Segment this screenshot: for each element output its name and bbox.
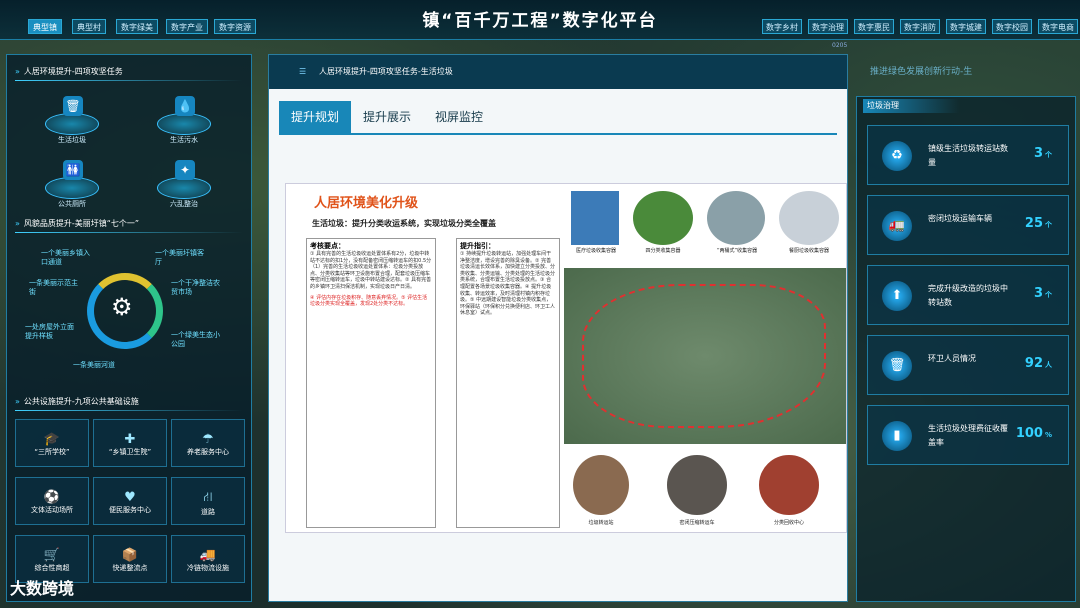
facility-express[interactable]: 📦 快递整流点 [93,535,167,583]
toilet-icon: 🚻 [45,160,99,199]
town-map[interactable] [564,268,846,444]
tab-digital-construction[interactable]: 数字城建 [946,19,986,34]
tab-underline [279,133,837,135]
cross-arrows-icon: ✦ [157,160,211,199]
photo-medical-bin [570,190,620,246]
section-title-style: 风貌品质提升-美丽圩镇“七个一” [15,217,139,231]
tab-video[interactable]: 视屏监控 [423,101,495,133]
doc-subtitle: 生活垃圾：提升分类收运系统，实现垃圾分类全覆盖 [312,219,496,228]
tile-toilet[interactable]: 🚻 公共厕所 [35,160,109,209]
photo-compression-truck [666,454,728,516]
tab-typical-village[interactable]: 典型村 [72,19,106,34]
tab-digital-welfare[interactable]: 数字惠民 [854,19,894,34]
facility-sports[interactable]: ⚽ 文体活动场所 [15,477,89,525]
ring-label[interactable]: 一个干净整洁农贸市场 [171,279,225,297]
left-panel: 人居环境提升-四项攻坚任务 🗑生活垃圾 💧生活污水 🚻公共厕所 ✦六乱整治 风貌… [6,54,252,602]
bar-chart-icon: ▮ [882,421,912,451]
tab-plan[interactable]: 提升规划 [279,101,352,133]
heart-hand-icon: ♥ [124,490,136,505]
photo-two-bins [706,190,766,246]
tab-digital-resource[interactable]: 数字资源 [214,19,256,34]
facility-service[interactable]: ♥ 便民服务中心 [93,477,167,525]
facility-schools[interactable]: 🎓 “三所学校” [15,419,89,467]
plan-document: 人居环境美化升级 生活垃圾：提升分类收运系统，实现垃圾分类全覆盖 考核要点： ①… [285,183,847,533]
assessment-box: 考核要点： ① 具有完善的生活垃圾收运处置体系有2分，垃圾中转站不达标的扣1分，… [306,238,436,528]
stat-card-fee-coverage[interactable]: ▮ 生活垃圾处理费征收覆盖率 100% [867,405,1069,465]
section-divider [15,232,243,233]
stat-card-trucks[interactable]: 🚛 密闭垃圾运输车辆 25 个 [867,195,1069,255]
photo-four-bins [632,190,694,246]
section-divider [15,80,243,81]
tab-digital-fire[interactable]: 数字消防 [900,19,940,34]
hospital-icon: ✚ [124,432,136,447]
photo-recycle-center [758,454,820,516]
graduation-cap-icon: 🎓 [43,432,61,447]
modal-tabs: 提升规划 提升展示 视屏监控 [279,101,495,133]
facility-cold-chain[interactable]: 🚚 冷链物流设施 [171,535,245,583]
modal-header: ☰ 人居环境提升-四项攻坚任务-生活垃圾 [269,55,847,89]
tab-digital-ecommerce[interactable]: 数字电商 [1038,19,1078,34]
photo-transfer-station [572,454,630,516]
tab-digital-campus[interactable]: 数字校园 [992,19,1032,34]
right-panel: 垃圾治理 ♻ 镇级生活垃圾转运站数量 3 个 🚛 密闭垃圾运输车辆 25 个 ⬆ 完成升级改造… [856,96,1076,602]
tab-digital-green[interactable]: 数字绿美 [116,19,158,34]
ring-label[interactable]: 一个美丽圩镇客厅 [155,249,209,267]
trash-icon: 🗑 [882,351,912,381]
facility-health[interactable]: ✚ “乡镇卫生院” [93,419,167,467]
ring-label[interactable]: 一条美丽示范主街 [29,279,83,297]
seven-items-ring[interactable] [87,273,163,349]
tab-showcase[interactable]: 提升展示 [351,101,423,133]
stat-card-transfer-stations[interactable]: ♻ 镇级生活垃圾转运站数量 3 个 [867,125,1069,185]
facility-road[interactable]: ⛙ 道路 [171,477,245,525]
road-icon: ⛙ [203,490,213,505]
cart-icon: 🛒 [43,548,61,563]
garbage-governance-title: 垃圾治理 [863,99,959,113]
ring-label[interactable]: 一条美丽河道 [73,361,127,370]
section-divider [15,410,243,411]
background-title: 推进绿色发展创新行动-生 [870,67,973,77]
facility-elderly[interactable]: ☂ 养老服务中心 [171,419,245,467]
version-code: 0205 [832,42,848,49]
tab-digital-industry[interactable]: 数字产业 [166,19,208,34]
doc-title: 人居环境美化升级 [314,196,419,211]
ring-label[interactable]: 一个绿美生态小公园 [171,331,225,349]
upgrade-icon: ⬆ [882,281,912,311]
tile-sewage[interactable]: 💧 生活污水 [147,96,221,145]
tab-digital-governance[interactable]: 数字治理 [808,19,848,34]
ring-label[interactable]: 一个美丽乡镇入口通道 [41,249,95,267]
truck-icon: 🚚 [199,548,217,563]
top-bar: 镇“百千万工程”数字化平台 典型镇 典型村 数字绿美 数字产业 数字资源 数字乡… [0,0,1080,40]
photo-kitchen-bin [778,190,840,246]
water-drop-icon: 💧 [157,96,211,135]
tile-six-chaos[interactable]: ✦ 六乱整治 [147,160,221,209]
section-title-living-env: 人居环境提升-四项攻坚任务 [15,65,123,79]
tile-garbage[interactable]: 🗑 生活垃圾 [35,96,109,145]
detail-modal: ☰ 人居环境提升-四项攻坚任务-生活垃圾 提升规划 提升展示 视屏监控 人居环境美化升… [268,54,848,602]
menu-icon: ☰ [299,67,307,76]
tab-typical-town[interactable]: 典型镇 [28,19,62,34]
trash-icon: 🗑 [45,96,99,135]
guidance-box: 提升指引： ① 持续提升垃圾转运站，加强处理车间干净整洁度，增设完善的除臭设备。… [456,238,560,528]
sports-icon: ⚽ [43,490,61,505]
stat-card-upgraded[interactable]: ⬆ 完成升级改造的垃圾中转站数 3 个 [867,265,1069,325]
umbrella-icon: ☂ [202,432,214,447]
watermark-logo: 大数跨境 [10,579,75,598]
stat-card-staff[interactable]: 🗑 环卫人员情况 92 人 [867,335,1069,395]
truck-icon: 🚛 [882,211,912,241]
recycle-icon: ♻ [882,141,912,171]
section-title-facilities: 公共设施提升-九项公共基础设施 [15,395,139,409]
tab-digital-village[interactable]: 数字乡村 [762,19,802,34]
package-icon: 📦 [121,548,139,563]
ring-label[interactable]: 一处房屋外立面提升样板 [25,323,79,341]
